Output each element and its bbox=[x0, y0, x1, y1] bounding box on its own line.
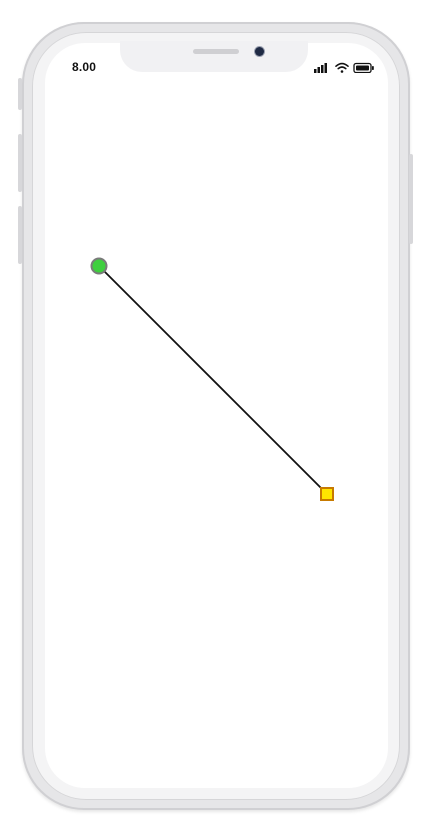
screen-overlay: 8.00 bbox=[0, 0, 428, 829]
end-node-square[interactable] bbox=[320, 487, 334, 501]
connector-line[interactable] bbox=[99, 266, 328, 495]
start-node-circle[interactable] bbox=[90, 257, 108, 275]
diagram-canvas bbox=[90, 257, 334, 501]
